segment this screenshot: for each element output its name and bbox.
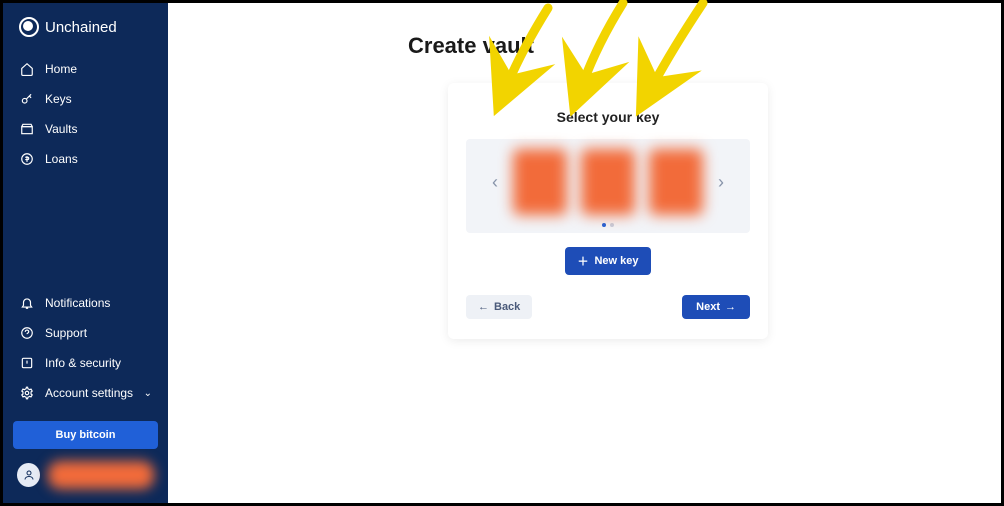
carousel-next-button[interactable]: › bbox=[713, 172, 729, 193]
plus-icon: ＋ bbox=[577, 253, 588, 269]
sidebar-item-label: Loans bbox=[45, 152, 78, 166]
select-key-card: Select your key ‹ › bbox=[448, 83, 768, 339]
shield-icon bbox=[19, 355, 35, 371]
sidebar-item-label: Account settings bbox=[45, 386, 133, 400]
sidebar-item-label: Notifications bbox=[45, 296, 110, 310]
loans-icon bbox=[19, 151, 35, 167]
key-options-redacted bbox=[513, 149, 703, 215]
chevron-down-icon: ⌄ bbox=[144, 388, 152, 399]
buy-bitcoin-button[interactable]: Buy bitcoin bbox=[13, 421, 158, 449]
card-title: Select your key bbox=[466, 109, 750, 125]
sidebar-item-label: Info & security bbox=[45, 356, 121, 370]
key-option[interactable] bbox=[649, 149, 703, 215]
profile-row[interactable] bbox=[3, 461, 168, 489]
brand-name: Unchained bbox=[45, 19, 117, 36]
main-content: Create vault Select your key ‹ › bbox=[168, 3, 1001, 503]
carousel-dot[interactable] bbox=[602, 223, 606, 227]
next-label: Next bbox=[696, 301, 720, 313]
sidebar-item-loans[interactable]: Loans bbox=[3, 145, 168, 173]
page-title: Create vault bbox=[408, 33, 961, 59]
sidebar-item-label: Home bbox=[45, 62, 77, 76]
key-option[interactable] bbox=[581, 149, 635, 215]
nav-primary: Home Keys Vaults Loans bbox=[3, 55, 168, 173]
vault-icon bbox=[19, 121, 35, 137]
key-carousel: ‹ › bbox=[466, 139, 750, 233]
sidebar: Unchained Home Keys Vaults Loans bbox=[3, 3, 168, 503]
new-key-button[interactable]: ＋ New key bbox=[565, 247, 650, 275]
sidebar-item-info-security[interactable]: Info & security bbox=[3, 349, 168, 377]
arrow-left-icon: ← bbox=[478, 301, 489, 313]
bell-icon bbox=[19, 295, 35, 311]
carousel-dot[interactable] bbox=[610, 223, 614, 227]
nav-secondary: Notifications Support Info & security Ac… bbox=[3, 289, 168, 489]
avatar-icon bbox=[17, 463, 40, 487]
arrow-right-icon: → bbox=[725, 301, 736, 313]
logo-icon bbox=[19, 17, 39, 37]
home-icon bbox=[19, 61, 35, 77]
sidebar-item-label: Vaults bbox=[45, 122, 77, 136]
sidebar-item-label: Keys bbox=[45, 92, 72, 106]
sidebar-item-vaults[interactable]: Vaults bbox=[3, 115, 168, 143]
sidebar-item-home[interactable]: Home bbox=[3, 55, 168, 83]
sidebar-item-keys[interactable]: Keys bbox=[3, 85, 168, 113]
sidebar-item-support[interactable]: Support bbox=[3, 319, 168, 347]
support-icon bbox=[19, 325, 35, 341]
key-icon bbox=[19, 91, 35, 107]
key-option[interactable] bbox=[513, 149, 567, 215]
next-button[interactable]: Next → bbox=[682, 295, 750, 319]
carousel-dots bbox=[474, 223, 742, 227]
new-key-label: New key bbox=[594, 255, 638, 267]
carousel-prev-button[interactable]: ‹ bbox=[487, 172, 503, 193]
sidebar-item-notifications[interactable]: Notifications bbox=[3, 289, 168, 317]
back-label: Back bbox=[494, 301, 520, 313]
sidebar-item-label: Support bbox=[45, 326, 87, 340]
profile-name-redacted bbox=[48, 461, 154, 489]
sidebar-item-account-settings[interactable]: Account settings ⌄ bbox=[3, 379, 168, 407]
gear-icon bbox=[19, 385, 35, 401]
back-button[interactable]: ← Back bbox=[466, 295, 532, 319]
brand-logo[interactable]: Unchained bbox=[3, 17, 168, 55]
